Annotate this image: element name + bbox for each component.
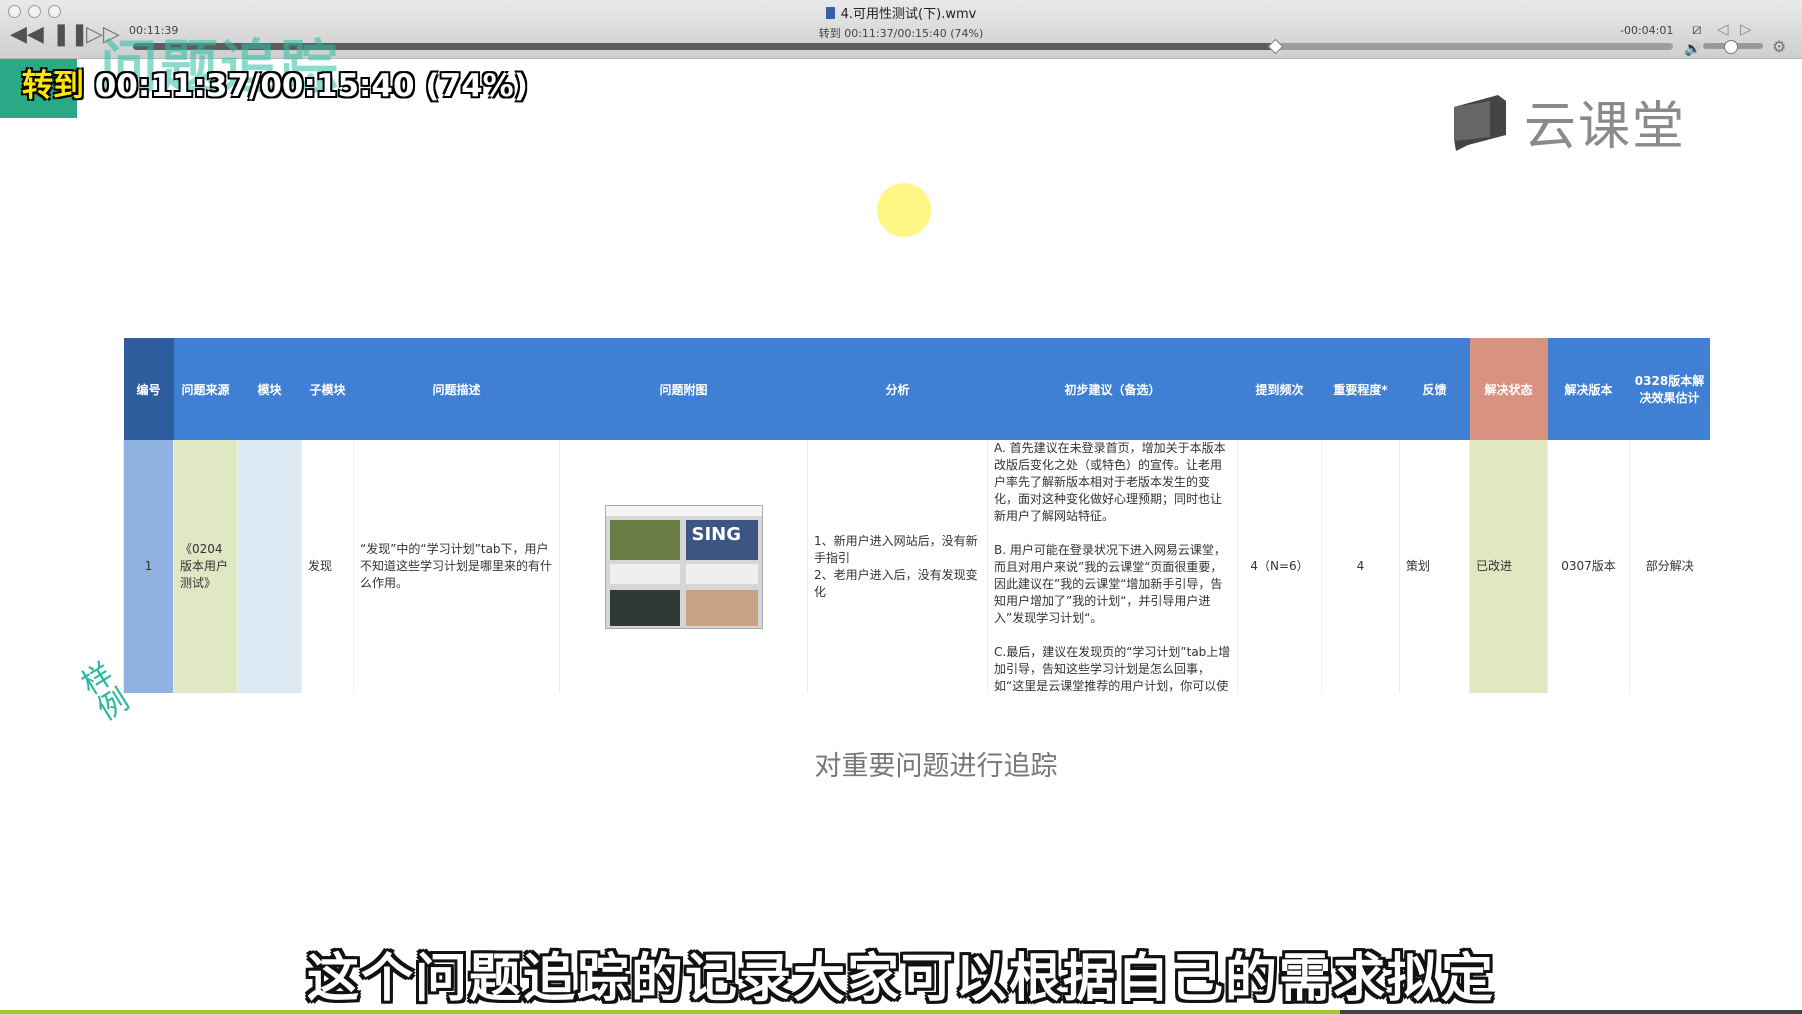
yunketang-logo: 云课堂 <box>1450 84 1686 159</box>
suggestion-c: C.最后，建议在发现页的“学习计划”tab上增加引导，告知这些学习计划是怎么回事… <box>994 645 1231 693</box>
cell-source: 《0204版本用户测试》 <box>173 440 238 693</box>
cell-module <box>237 440 302 693</box>
header-id: 编号 <box>123 338 174 440</box>
cell-effect: 部分解决 <box>1629 440 1710 693</box>
cell-analysis: 1、新用户进入网站后，没有新手指引 2、老用户进入后，没有发现变化 <box>807 440 988 693</box>
table-header-row: 编号 问题来源 模块 子模块 问题描述 问题附图 分析 初步建议（备选） 提到频… <box>123 338 1710 440</box>
header-image: 问题附图 <box>559 338 808 440</box>
cell-submodule: 发现 <box>301 440 354 693</box>
header-importance: 重要程度* <box>1321 338 1400 440</box>
video-subtitle: 这个问题追踪的记录大家可以根据自己的需求拟定 <box>306 949 1495 1009</box>
table-row: 1 《0204版本用户测试》 发现 “发现”中的“学习计划”tab下，用户不知道… <box>123 440 1710 693</box>
cell-image: SING <box>559 440 808 693</box>
suggestion-b: B. 用户可能在登录状况下进入网易云课堂，而且对用户来说”我的云课堂“页面很重要… <box>994 543 1226 625</box>
header-module: 模块 <box>237 338 302 440</box>
cell-status: 已改进 <box>1469 440 1548 693</box>
bottom-progress-fill <box>0 1010 1340 1014</box>
cell-frequency: 4（N=6） <box>1237 440 1322 693</box>
header-frequency: 提到频次 <box>1237 338 1322 440</box>
header-status: 解决状态 <box>1469 338 1548 440</box>
header-source: 问题来源 <box>173 338 238 440</box>
logo-icon <box>1454 94 1506 151</box>
remaining-time: -00:04:01 <box>1620 24 1674 37</box>
header-analysis: 分析 <box>807 338 988 440</box>
cell-feedback: 策划 <box>1399 440 1470 693</box>
volume-knob[interactable] <box>1724 40 1738 54</box>
seek-thumb[interactable] <box>1267 38 1284 55</box>
pointer-highlight <box>877 183 931 237</box>
seek-bar[interactable] <box>133 43 1673 50</box>
bottom-progress-bar <box>0 1010 1802 1014</box>
cell-description: “发现”中的“学习计划”tab下，用户不知道这些学习计划是哪里来的有什么作用。 <box>353 440 560 693</box>
header-description: 问题描述 <box>353 338 560 440</box>
header-version: 解决版本 <box>1547 338 1630 440</box>
document-icon <box>825 7 835 19</box>
goto-overlay: 转到 00:11:37/00:15:40 (74%) <box>22 68 528 104</box>
header-suggestion: 初步建议（备选） <box>987 338 1238 440</box>
cell-importance: 4 <box>1321 440 1400 693</box>
speaker-icon[interactable]: 🔊 <box>1684 38 1701 60</box>
suggestion-a: A. 首先建议在未登录首页，增加关于本版本改版后变化之处（或特色）的宣传。让老用… <box>994 441 1226 523</box>
airplay-icon[interactable]: ⧄ <box>1692 18 1702 40</box>
cell-id: 1 <box>123 440 174 693</box>
prev-icon[interactable]: ◁ <box>1717 18 1729 40</box>
header-feedback: 反馈 <box>1399 338 1470 440</box>
issue-screenshot-thumbnail: SING <box>604 504 763 629</box>
gear-icon[interactable]: ⚙ <box>1772 36 1786 58</box>
slide-caption: 对重要问题进行追踪 <box>814 751 1058 782</box>
header-effect: 0328版本解决效果估计 <box>1629 338 1710 440</box>
issue-tracking-table: 编号 问题来源 模块 子模块 问题描述 问题附图 分析 初步建议（备选） 提到频… <box>123 338 1710 693</box>
cell-version: 0307版本 <box>1547 440 1630 693</box>
header-submodule: 子模块 <box>301 338 354 440</box>
next-icon[interactable]: ▷ <box>1740 18 1752 40</box>
cell-suggestion: A. 首先建议在未登录首页，增加关于本版本改版后变化之处（或特色）的宣传。让老用… <box>987 440 1238 693</box>
